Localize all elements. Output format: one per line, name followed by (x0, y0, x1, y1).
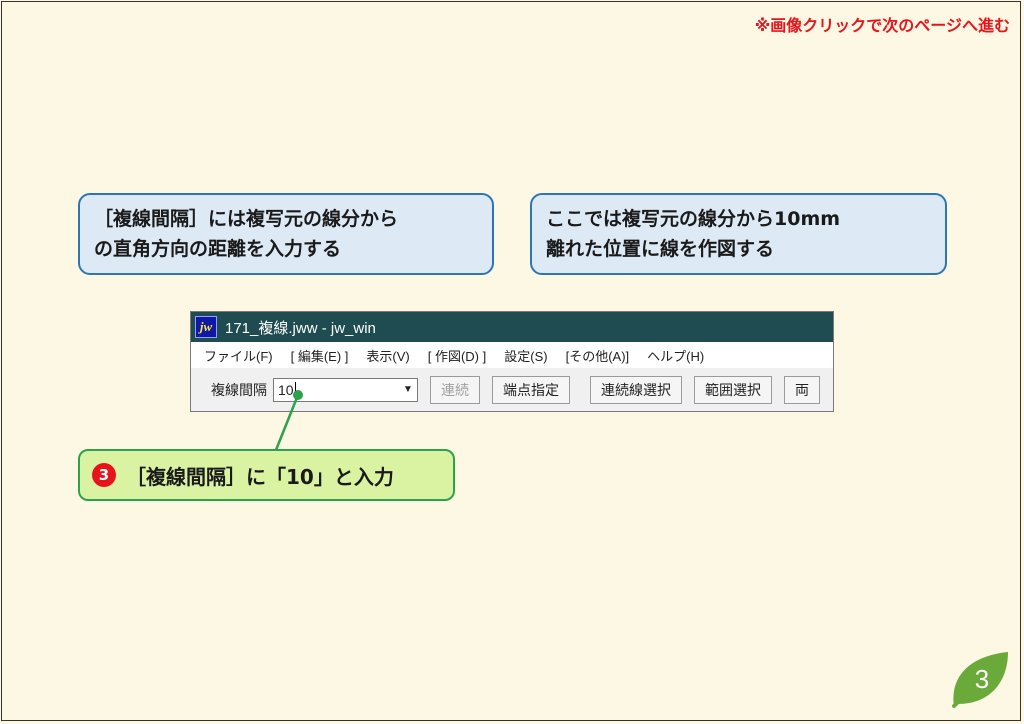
connector-stroke (274, 394, 300, 451)
connector-dot (293, 390, 303, 400)
page-number: 3 (975, 664, 989, 694)
page-number-leaf-icon: 3 (952, 652, 1008, 708)
step-3-instruction: 3 ［複線間隔］に「10」と入力 (78, 449, 455, 501)
step-number-badge: 3 (92, 463, 116, 487)
step-text: ［複線間隔］に「10」と入力 (126, 464, 394, 489)
step-connector-line (274, 390, 303, 451)
